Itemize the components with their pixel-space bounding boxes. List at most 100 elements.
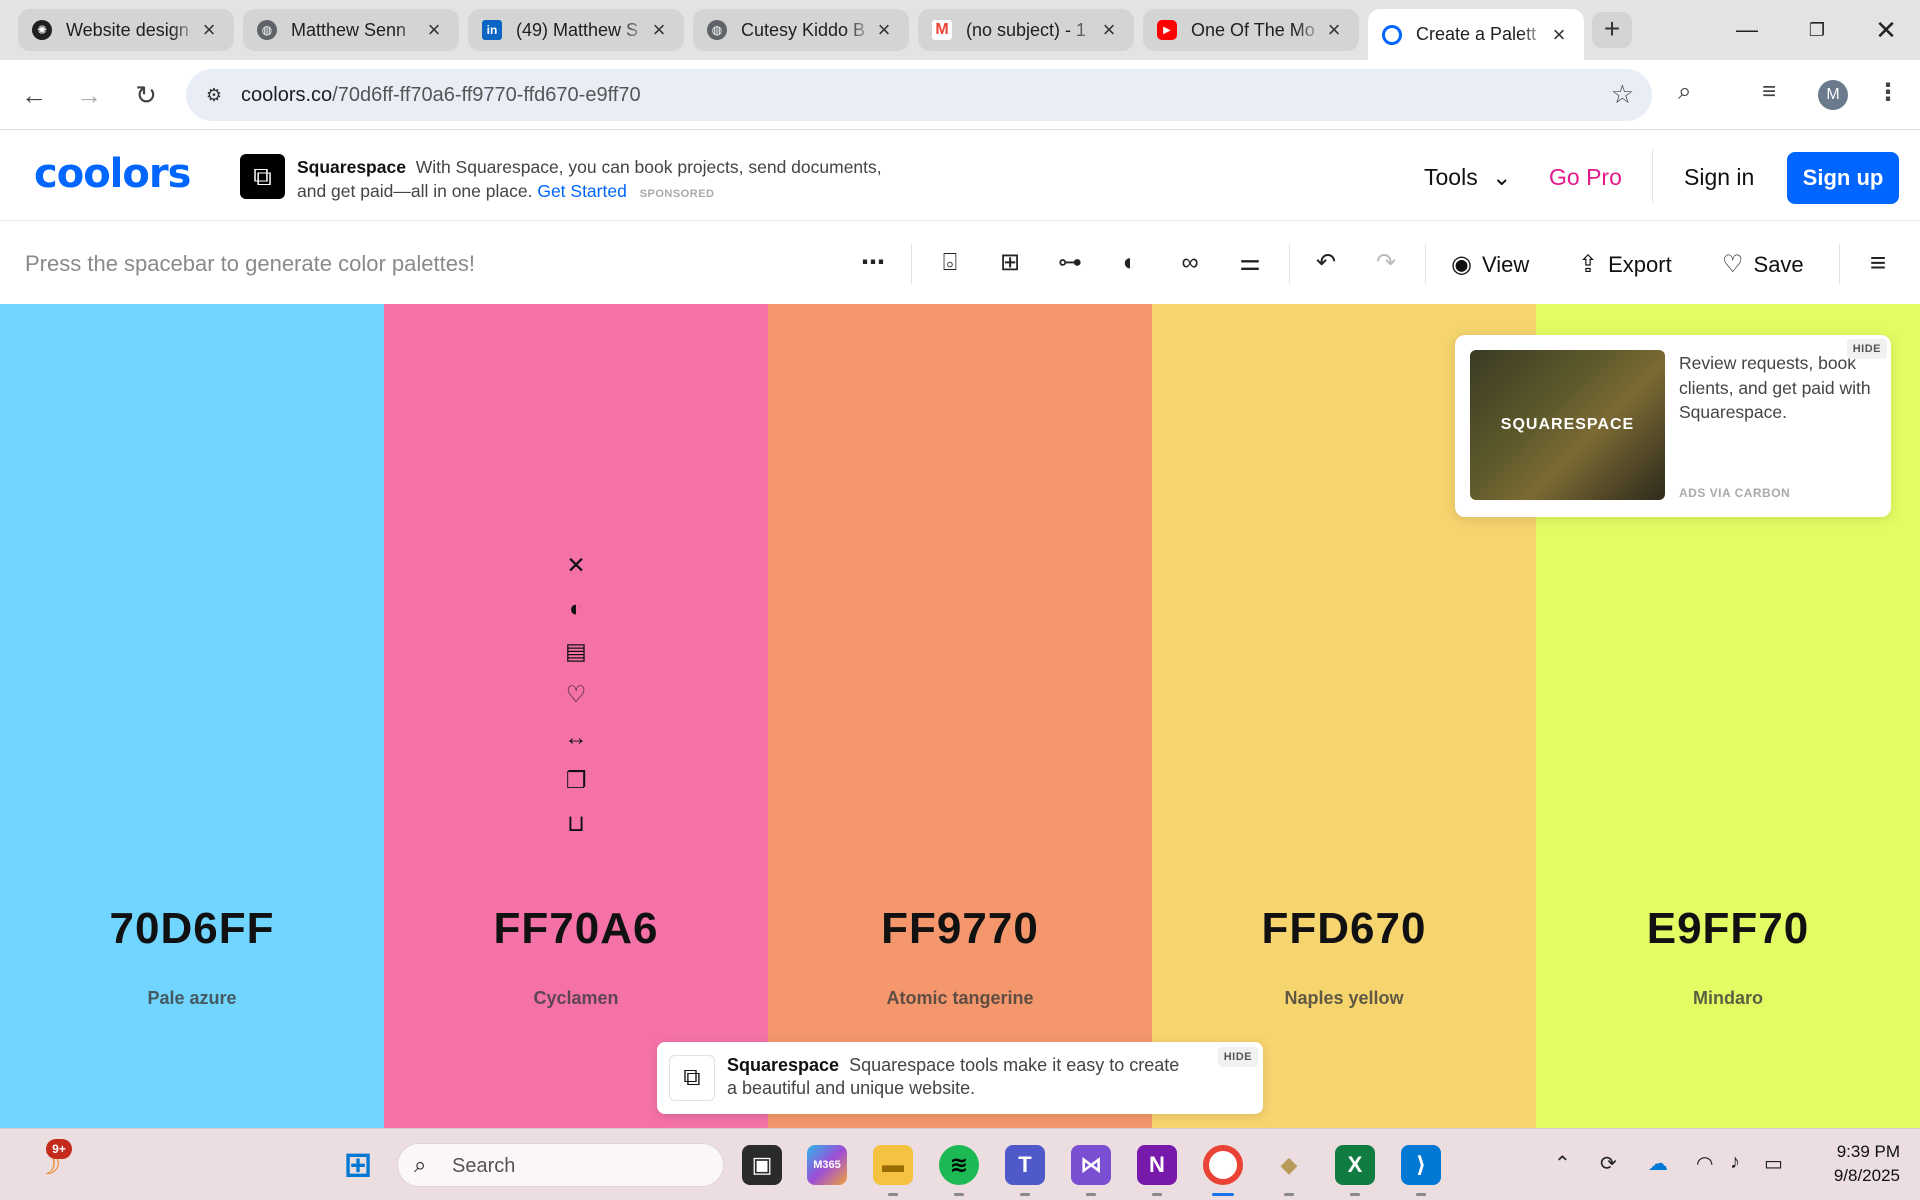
view-button[interactable]: ◉ View (1451, 250, 1529, 279)
wifi-icon[interactable]: ◠ (1696, 1151, 1713, 1176)
minimize-icon[interactable]: — (1727, 12, 1767, 48)
eye-icon: ◉ (1451, 251, 1472, 278)
close-icon[interactable]: × (1323, 17, 1345, 43)
show-hidden-icons-icon[interactable]: ⌃ (1554, 1151, 1571, 1176)
color-swatch[interactable]: 70D6FF Pale azure (0, 304, 384, 1128)
close-icon[interactable]: × (198, 17, 220, 43)
coolors-logo[interactable]: coolors (34, 151, 191, 197)
browser-tab[interactable]: ▶ One Of The Mo × (1143, 9, 1359, 51)
close-icon[interactable]: × (423, 17, 445, 43)
file-explorer-icon[interactable]: ▬ (873, 1145, 913, 1185)
view-shades-icon[interactable]: ▤ (561, 638, 591, 664)
battery-icon[interactable]: ▭ (1764, 1151, 1783, 1176)
camera-icon[interactable]: ⌻ (934, 247, 966, 279)
browser-tab[interactable]: ◍ Cutesy Kiddo B × (693, 9, 909, 51)
profile-avatar[interactable]: M (1818, 80, 1848, 110)
menu-kebab-icon[interactable]: ⋮ (1876, 78, 1900, 107)
swatch-color-name[interactable]: Naples yellow (1152, 988, 1536, 1009)
copy-hex-icon[interactable]: ❐ (561, 767, 591, 793)
remove-color-icon[interactable]: ✕ (561, 552, 591, 578)
close-icon[interactable]: × (873, 17, 895, 43)
chrome-icon[interactable] (1203, 1145, 1243, 1185)
redo-icon[interactable]: ↷ (1370, 247, 1402, 279)
browser-tab[interactable]: ✺ Website design × (18, 9, 234, 51)
grid-icon[interactable]: ⊞ (994, 247, 1026, 279)
forward-icon[interactable]: → (70, 76, 108, 114)
close-icon[interactable]: × (1098, 17, 1120, 43)
browser-tab[interactable]: in (49) Matthew S × (468, 9, 684, 51)
vscode-icon[interactable]: ⟩ (1401, 1145, 1441, 1185)
heart-icon[interactable]: ♡ (561, 681, 591, 707)
search-tabs-icon[interactable]: ⌕ (1678, 78, 1691, 106)
excel-icon[interactable]: X (1335, 1145, 1375, 1185)
sign-in-link[interactable]: Sign in (1684, 164, 1754, 191)
back-icon[interactable]: ← (15, 76, 53, 114)
drag-handle-icon[interactable]: ↔ (561, 724, 591, 750)
windows-start-icon[interactable]: ⊞ (338, 1145, 378, 1185)
adjust-sliders-icon[interactable]: ⚌ (1234, 247, 1266, 279)
visual-studio-icon[interactable]: ⋈ (1071, 1145, 1111, 1185)
close-icon[interactable]: × (648, 17, 670, 43)
restore-icon[interactable]: ❐ (1797, 12, 1837, 48)
browser-toolbar: ← → ↻ ⚙ coolors.co/70d6ff-ff70a6-ff9770-… (0, 60, 1920, 130)
unlock-icon[interactable]: ⊔ (561, 810, 591, 836)
swatch-hex-code[interactable]: 70D6FF (0, 904, 384, 954)
new-tab-button[interactable]: + (1592, 12, 1632, 48)
browser-tab[interactable]: M (no subject) - 1 × (918, 9, 1134, 51)
media-control-icon[interactable]: ≡ (1762, 78, 1776, 106)
onedrive-icon[interactable]: ☁ (1648, 1151, 1668, 1176)
carbon-ad-text[interactable]: Review requests, book clients, and get p… (1679, 351, 1879, 425)
contrast-icon[interactable]: ◐ (1114, 247, 1146, 279)
site-info-icon[interactable]: ⚙ (200, 81, 228, 109)
header-ad[interactable]: Squarespace With Squarespace, you can bo… (297, 155, 897, 206)
export-button[interactable]: ⇪ Export (1578, 250, 1672, 279)
squarespace-logo-icon[interactable]: ⧉ (240, 154, 285, 199)
reload-icon[interactable]: ↻ (127, 76, 165, 114)
address-bar[interactable]: ⚙ coolors.co/70d6ff-ff70a6-ff9770-ffd670… (186, 69, 1652, 121)
bookmark-star-icon[interactable]: ☆ (1611, 79, 1634, 110)
ad-image[interactable]: SQUARESPACE (1470, 350, 1665, 500)
color-swatch[interactable]: ✕ ◐ ▤ ♡ ↔ ❐ ⊔ FF70A6 Cyclamen (384, 304, 768, 1128)
shades-icon[interactable]: ◐ (561, 595, 591, 621)
onenote-icon[interactable]: N (1137, 1145, 1177, 1185)
more-options-icon[interactable]: ⋯ (857, 247, 889, 279)
swatch-color-name[interactable]: Mindaro (1536, 988, 1920, 1009)
browser-tab[interactable]: ◍ Matthew Senn × (243, 9, 459, 51)
spotify-icon[interactable]: ≋ (939, 1145, 979, 1185)
close-icon[interactable]: × (1548, 22, 1570, 48)
swatch-hex-code[interactable]: FFD670 (1152, 904, 1536, 954)
browser-tab-strip: ✺ Website design × ◍ Matthew Senn × in (… (0, 0, 1920, 60)
volume-icon[interactable]: ♪ (1730, 1151, 1740, 1174)
sync-icon[interactable]: ⟳ (1600, 1151, 1617, 1176)
swatch-hex-code[interactable]: E9FF70 (1536, 904, 1920, 954)
close-window-icon[interactable]: ✕ (1866, 12, 1906, 48)
browser-tab-active[interactable]: Create a Palett × (1368, 9, 1584, 60)
hide-ad-button[interactable]: HIDE (1217, 1047, 1258, 1067)
app-icon[interactable]: ◆ (1269, 1145, 1309, 1185)
swatch-color-name[interactable]: Pale azure (0, 988, 384, 1009)
taskbar-search[interactable]: ⌕ Search (397, 1143, 724, 1187)
swatch-hex-code[interactable]: FF9770 (768, 904, 1152, 954)
ads-via-carbon-label[interactable]: ADS VIA CARBON (1679, 486, 1790, 500)
system-clock[interactable]: 9:39 PM 9/8/2025 (1800, 1140, 1900, 1188)
color-swatch[interactable]: FF9770 Atomic tangerine (768, 304, 1152, 1128)
swatch-color-name[interactable]: Cyclamen (384, 988, 768, 1009)
save-button[interactable]: ♡ Save (1722, 250, 1804, 279)
teams-icon[interactable]: T (1005, 1145, 1045, 1185)
undo-icon[interactable]: ↶ (1310, 247, 1342, 279)
m365-icon[interactable]: M365 (807, 1145, 847, 1185)
glasses-icon[interactable]: ∞ (1174, 247, 1206, 279)
hide-ad-button[interactable]: HIDE (1846, 339, 1887, 359)
sign-up-button[interactable]: Sign up (1787, 152, 1899, 204)
tools-menu[interactable]: Tools ⌄ (1424, 164, 1511, 191)
go-pro-link[interactable]: Go Pro (1549, 164, 1622, 191)
bottom-ad-banner[interactable]: ⧉ Squarespace Squarespace tools make it … (657, 1042, 1263, 1114)
swatch-hex-code[interactable]: FF70A6 (384, 904, 768, 954)
linkedin-icon: in (482, 20, 502, 40)
shapes-icon[interactable]: ⊶ (1054, 247, 1086, 279)
ad-cta-link[interactable]: Get Started (537, 181, 627, 201)
task-view-icon[interactable]: ▣ (742, 1145, 782, 1185)
hamburger-menu-icon[interactable]: ≡ (1862, 247, 1894, 279)
swatch-color-name[interactable]: Atomic tangerine (768, 988, 1152, 1009)
carbon-ad-card[interactable]: SQUARESPACE Review requests, book client… (1455, 335, 1891, 517)
